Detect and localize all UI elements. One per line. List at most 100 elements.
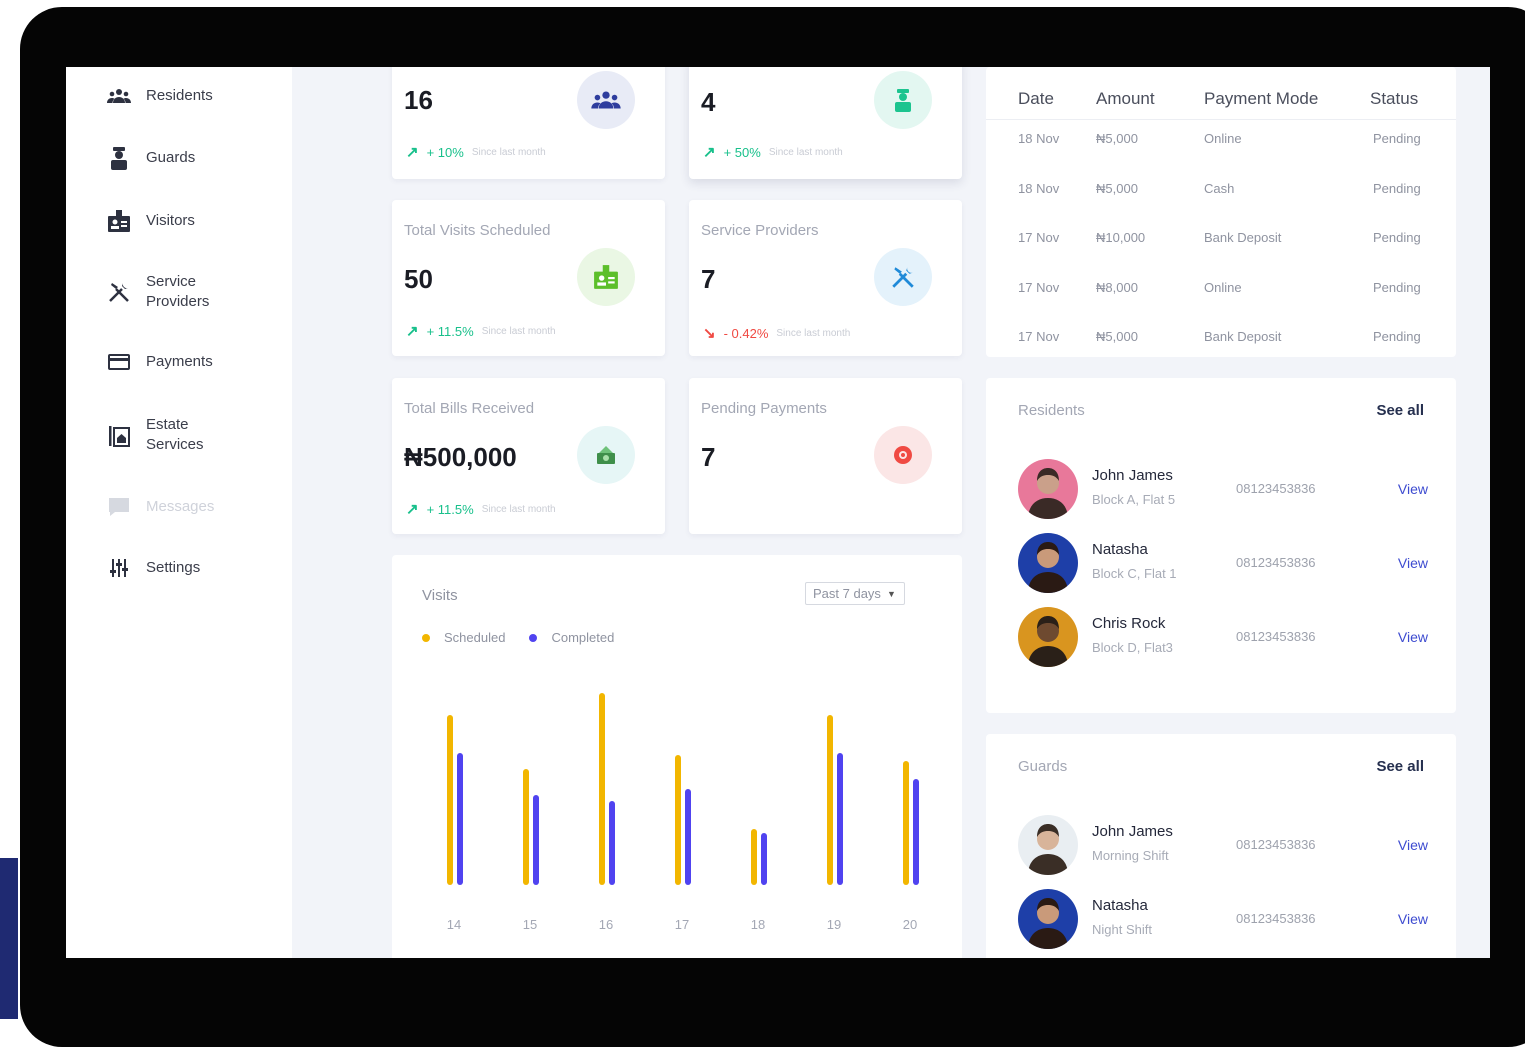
table-row[interactable]: 17 Nov ₦5,000 Bank Deposit Pending (986, 329, 1456, 349)
people-icon (106, 83, 132, 109)
sidebar-item-residents[interactable]: Residents (106, 83, 213, 109)
person-name: John James (1092, 467, 1173, 484)
x-tick-label: 16 (599, 917, 613, 932)
stat-card-residents[interactable]: 16 ↗ + 10% Since last month (392, 67, 665, 179)
trend-indicator: ↗ + 11.5% Since last month (406, 500, 556, 518)
trend-indicator: ↗ + 50% Since last month (703, 143, 843, 161)
table-cell: ₦5,000 (1096, 329, 1138, 344)
view-link[interactable]: View (1398, 911, 1428, 927)
table-cell: Pending (1373, 279, 1421, 295)
list-item: John James Block A, Flat 5 08123453836 View (1018, 459, 1428, 523)
stat-card-guards[interactable]: 4 ↗ + 50% Since last month (689, 67, 962, 179)
tools-icon (106, 279, 132, 305)
sidebar-item-visitors[interactable]: Visitors (106, 208, 195, 234)
table-cell: 18 Nov (1018, 131, 1060, 146)
bar-completed-17[interactable] (685, 789, 691, 885)
bar-completed-18[interactable] (761, 833, 767, 885)
person-phone: 08123453836 (1236, 481, 1316, 496)
table-header-cell: Status (1370, 89, 1419, 108)
see-all-link[interactable]: See all (1376, 402, 1424, 419)
table-cell: ₦5,000 (1096, 180, 1138, 196)
sidebar-item-label: Messages (146, 498, 215, 515)
visits-bar-chart: 14 15 16 17 18 19 20 (447, 693, 919, 932)
sidebar-item-payments[interactable]: Payments (106, 349, 213, 375)
list-item: John James Morning Shift 08123453836 View (1018, 815, 1428, 879)
building-icon (106, 422, 132, 448)
trend-value: + 10% (426, 144, 464, 160)
stat-title: Total Visits Scheduled (404, 222, 551, 239)
list-item: Natasha Night Shift 08123453836 View (1018, 889, 1428, 953)
trend-up-icon: ↗ (406, 501, 419, 518)
person-phone: 08123453836 (1236, 629, 1316, 644)
bar-scheduled-20[interactable] (903, 761, 909, 885)
view-link[interactable]: View (1398, 837, 1428, 853)
bar-scheduled-17[interactable] (675, 755, 681, 885)
people-icon (577, 71, 635, 129)
stat-title: Service Providers (701, 222, 819, 239)
guard-icon (106, 145, 132, 171)
stat-card-pending-payments[interactable]: Pending Payments 7 (689, 378, 962, 534)
guard-icon (874, 71, 932, 129)
see-all-link[interactable]: See all (1376, 758, 1424, 775)
person-name: John James (1092, 823, 1173, 840)
bar-completed-16[interactable] (609, 801, 615, 885)
stat-card-service-providers[interactable]: Service Providers 7 ↘ - 0.42% Since last… (689, 200, 962, 356)
bar-scheduled-19[interactable] (827, 715, 833, 885)
stat-value: 50 (404, 264, 433, 294)
sidebar-item-service-providers[interactable]: Service Providers (106, 272, 236, 312)
person-detail: Night Shift (1092, 922, 1152, 937)
trend-value: + 11.5% (426, 323, 474, 339)
bar-scheduled-15[interactable] (523, 769, 529, 885)
trend-down-icon: ↘ (703, 325, 716, 342)
view-link[interactable]: View (1398, 629, 1428, 645)
person-name: Chris Rock (1092, 615, 1166, 632)
trend-up-icon: ↗ (406, 144, 419, 161)
sidebar-item-label: Payments (146, 353, 213, 370)
trend-caption: Since last month (481, 503, 556, 515)
table-row[interactable]: 18 Nov ₦5,000 Online Pending (986, 131, 1456, 151)
stat-card-bills[interactable]: Total Bills Received ₦500,000 ↗ + 11.5% … (392, 378, 665, 534)
bar-completed-15[interactable] (533, 795, 539, 885)
table-header-cell: Payment Mode (1204, 89, 1319, 108)
bar-completed-20[interactable] (913, 779, 919, 885)
bar-completed-19[interactable] (837, 753, 843, 885)
trend-up-icon: ↗ (703, 144, 716, 161)
stat-value: ₦500,000 (404, 442, 517, 472)
table-row[interactable]: 17 Nov ₦8,000 Online Pending (986, 280, 1456, 300)
table-header-cell: Date (1018, 89, 1054, 108)
sidebar-item-label: Visitors (146, 212, 195, 229)
table-cell: ₦10,000 (1096, 230, 1146, 245)
sidebar-item-label: Residents (146, 87, 213, 104)
card-icon (106, 349, 132, 375)
bar-scheduled-14[interactable] (447, 715, 453, 885)
table-row[interactable]: 18 Nov ₦5,000 Cash Pending (986, 181, 1456, 201)
sidebar-item-messages[interactable]: Messages (106, 494, 214, 520)
bar-completed-14[interactable] (457, 753, 463, 885)
list-title: Guards (1018, 758, 1068, 775)
view-link[interactable]: View (1398, 555, 1428, 571)
guards-list-card: Guards See all John James Morning Shift 08… (986, 734, 1456, 958)
table-cell: Cash (1204, 180, 1235, 196)
table-header-cell: Amount (1096, 89, 1155, 108)
bar-scheduled-18[interactable] (751, 829, 757, 885)
stat-value: 7 (701, 442, 716, 472)
person-detail: Morning Shift (1092, 848, 1169, 863)
trend-indicator: ↗ + 10% Since last month (406, 143, 546, 161)
list-title: Residents (1018, 402, 1085, 419)
sidebar-item-guards[interactable]: Guards (106, 145, 195, 171)
stat-card-visits[interactable]: Total Visits Scheduled 50 ↗ + 11.5% Sinc… (392, 200, 665, 356)
table-row[interactable]: 17 Nov ₦10,000 Bank Deposit Pending (986, 230, 1456, 250)
stat-title: Pending Payments (701, 400, 827, 417)
table-cell: Bank Deposit (1204, 230, 1282, 245)
x-tick-label: 17 (675, 917, 689, 932)
sidebar-item-estate-services[interactable]: Estate Services (106, 415, 236, 455)
avatar (1018, 607, 1078, 667)
view-link[interactable]: View (1398, 481, 1428, 497)
table-cell: Online (1204, 131, 1242, 146)
trend-caption: Since last month (776, 327, 851, 339)
stat-value: 16 (404, 85, 433, 115)
trend-caption: Since last month (471, 146, 546, 158)
bar-scheduled-16[interactable] (599, 693, 605, 885)
sidebar-item-settings[interactable]: Settings (106, 555, 200, 581)
dashboard-screen: Residents Guards Visitors Service Provid… (66, 67, 1490, 958)
